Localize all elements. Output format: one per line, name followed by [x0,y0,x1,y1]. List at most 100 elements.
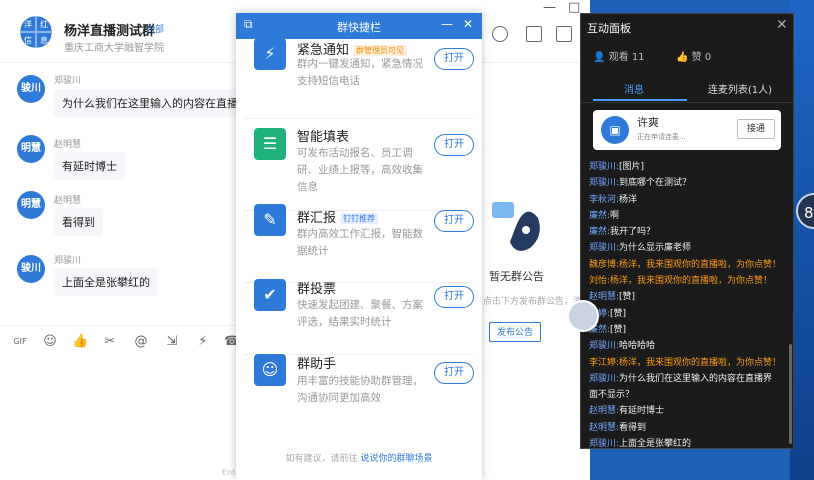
like-count: 👍 赞 0 [676,52,712,63]
quickbar-item-name: 智能填表 [297,130,350,145]
avatar[interactable]: 明慧 [17,191,45,219]
viewer-count: 👤 观看 11 [593,52,645,63]
tab-messages[interactable]: 消息 [581,81,687,96]
avatar[interactable]: 骏川 [17,255,45,283]
panel-title: 互动面板 [587,22,631,35]
feed-scrollbar[interactable] [789,344,792,444]
comment-text: [赞] [619,292,636,303]
quickbar-item-description: 群内一键发通知，紧急情况支持短信电话 [297,58,423,87]
comment-author[interactable]: 魏彦博: [589,260,619,270]
group-internal-tag: 内部 [146,25,165,35]
quickbar-minimize-button[interactable]: — [441,17,453,31]
assistant-robot-icon[interactable] [567,300,599,332]
quickbar-item-tag: 群管理员可见 [353,45,408,56]
comment-author[interactable]: 郑骏川: [589,243,619,253]
comment-author[interactable]: 廉然: [589,227,610,237]
comment-author[interactable]: 赵明慧: [589,292,619,302]
comment-line: 廉然:我开了吗？ [589,224,789,240]
comment-author[interactable]: 赵明慧: [589,423,619,433]
live-icon[interactable] [556,26,572,42]
call-icon[interactable] [492,26,508,42]
comment-text: 为什么我们在这里输入的内容在直播界 [619,373,773,384]
comment-author[interactable]: 赵明慧: [589,406,619,416]
message-item: 骏川 郑骏川 为什么我们在这里输入的内容在直播间 [0,69,257,129]
comment-text: 看得到 [619,422,647,433]
open-button[interactable]: 打开 [434,134,474,156]
message-bubble[interactable]: 有延时博士 [54,152,125,180]
open-button[interactable]: 打开 [434,286,474,308]
comment-author[interactable]: 郑骏川: [589,374,619,384]
emoji-icon[interactable]: ☺ [42,334,58,350]
quickbar-item-group-report: ✎ 群汇报 钉钉推荐 群内高效工作汇报，智能数据统计 打开 [244,204,474,283]
quickbar-footer-text: 如有建议，请前往 [285,454,358,464]
thumbs-up-icon[interactable]: 👍 [72,334,88,350]
tab-mic-list[interactable]: 连麦列表(1人) [687,81,793,96]
comment-author[interactable]: 郑骏川: [589,162,619,172]
comment-text: 上面全是张攀红的 [619,439,692,450]
comment-author[interactable]: 李秋河: [589,195,619,205]
open-button[interactable]: 打开 [434,362,474,384]
scissors-icon[interactable]: ✂ [102,334,118,350]
quickbar-item-smart-form: ☰ 智能填表 可发布活动报名、员工调研、业绩上报等，高效收集信息 打开 [244,118,474,211]
comment-text: 啊 [610,210,620,221]
group-avatar-char: 信 [20,32,36,48]
quickbar-item-name: 群助手 [297,357,337,372]
at-icon[interactable]: @ [133,334,149,350]
quickbar-item-description: 群内高效工作汇报，智能数据统计 [297,228,423,257]
quickbar-item-group-assistant: ☺ 群助手 用丰富的技能协助群管理，沟通协同更加高效 打开 [244,354,474,418]
comment-line: 郑骏川:到底哪个在测试？ [589,175,789,191]
accept-call-button[interactable]: 接通 [737,119,775,139]
comment-text: 我开了吗？ [610,227,656,238]
comment-text: 面不显示？ [589,390,635,401]
comment-text: 到底哪个在测试？ [619,178,692,189]
comment-line: 廉然:[赞] [589,322,789,338]
group-avatar-char: 息 [36,32,52,48]
minimize-button[interactable]: — [543,0,556,15]
quickbar-item-description: 快速发起团建、聚餐、方案评选，结果实时统计 [297,299,423,328]
tv-icon: ▣ [601,116,629,144]
comment-line: 李秋河:杨洋 [589,192,789,208]
group-avatar[interactable]: 洋 红 信 息 [20,16,52,48]
lightning-icon: ⚡ [254,38,286,70]
group-name[interactable]: 杨洋直播测试群 [64,20,155,39]
message-bubble[interactable]: 为什么我们在这里输入的内容在直播间 [54,89,257,117]
comment-author[interactable]: 郑骏川: [589,341,619,351]
comment-author[interactable]: 李江婷: [589,358,619,368]
comment-line: 廉然:啊 [589,208,789,224]
panel-close-button[interactable]: ✕ [776,17,788,33]
open-button[interactable]: 打开 [434,48,474,70]
comment-author[interactable]: 廉然: [589,211,610,221]
comment-line: 赵明慧:看得到 [589,420,789,436]
message-bubble[interactable]: 看得到 [54,208,103,236]
comment-text: 杨洋 [619,194,638,205]
open-button[interactable]: 打开 [434,210,474,232]
comment-line: 郑骏川:为什么显示廉老师 [589,240,789,256]
feedback-link[interactable]: 说说你的群聊场景 [360,454,432,464]
message-sender: 郑骏川 [54,256,82,266]
comment-text: 杨洋，我来围观你的直播啦，为你点赞！ [619,259,782,270]
quickbar-titlebar: ⧉ 群快捷栏 — ✕ [236,13,482,39]
message-sender: 赵明慧 [54,196,82,206]
publish-notice-button[interactable]: 发布公告 [489,322,541,342]
comment-line: 李江婷:杨洋，我来围观你的直播啦，为你点赞！ [589,355,789,371]
comment-text: [赞] [610,324,627,335]
folder-icon[interactable] [526,26,542,42]
maximize-button[interactable]: □ [568,0,580,15]
comment-author[interactable]: 郑骏川: [589,178,619,188]
message-bubble[interactable]: 上面全是张攀红的 [54,268,158,296]
gif-icon[interactable]: GIF [12,334,28,350]
quickbar-item-name: 群投票 [297,282,337,297]
ding-icon[interactable]: ⚡ [195,334,211,350]
vote-icon: ✔ [254,279,286,311]
panel-tabs: 消息 连麦列表(1人) [581,74,793,103]
quickbar-item-name: 群汇报 钉钉推荐 [297,207,379,226]
avatar[interactable]: 骏川 [17,75,45,103]
comment-author[interactable]: 刘怡: [589,276,610,286]
quickbar-footer: 如有建议，请前往 说说你的群聊场景 [236,451,482,464]
input-toolbar: GIF ☺ 👍 ✂ @ ⇲ ⚡ ☎ [0,325,240,358]
assistant-icon: ☺ [254,354,286,386]
file-icon[interactable]: ⇲ [164,334,180,350]
quickbar-close-button[interactable]: ✕ [463,17,473,31]
avatar[interactable]: 明慧 [17,135,45,163]
comment-author[interactable]: 郑骏川: [589,439,619,449]
